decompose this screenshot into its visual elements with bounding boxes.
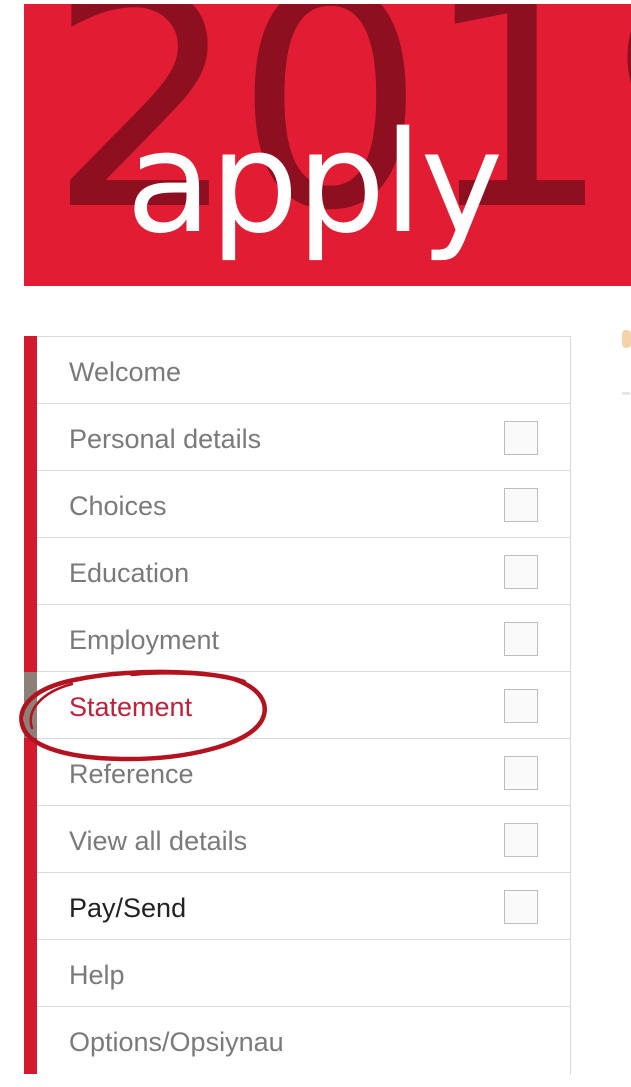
nav-item-label: Options/Opsiynau [69, 1027, 284, 1057]
nav-item-label: Employment [69, 625, 220, 655]
nav-item-help[interactable]: Help [37, 939, 571, 1006]
content-edge-fragment [622, 330, 631, 348]
content-edge-line [622, 392, 630, 395]
nav-item-options[interactable]: Options/Opsiynau [37, 1006, 571, 1074]
reference-status-checkbox [504, 756, 538, 790]
employment-status-checkbox [504, 622, 538, 656]
personal-details-status-checkbox [504, 421, 538, 455]
nav-item-employment[interactable]: Employment [37, 604, 571, 671]
statement-status-checkbox [504, 689, 538, 723]
nav-item-education[interactable]: Education [37, 537, 571, 604]
nav-item-label: Welcome [69, 357, 182, 387]
nav-item-label: Choices [69, 491, 167, 521]
nav-item-pay-send[interactable]: Pay/Send [37, 872, 571, 939]
apply-logo-word: apply [126, 102, 503, 265]
nav-item-personal-details[interactable]: Personal details [37, 403, 571, 470]
nav-item-welcome[interactable]: Welcome [37, 336, 571, 403]
nav-item-view-all-details[interactable]: View all details [37, 805, 571, 872]
apply-banner: 2019 apply [24, 4, 631, 286]
nav-item-label: View all details [69, 826, 248, 856]
choices-status-checkbox [504, 488, 538, 522]
nav-item-choices[interactable]: Choices [37, 470, 571, 537]
pay-send-status-checkbox [504, 890, 538, 924]
hand-drawn-circle-annotation [19, 669, 267, 762]
view-all-details-status-checkbox [504, 823, 538, 857]
nav-item-label: Education [69, 558, 190, 588]
nav-item-label: Help [69, 960, 125, 990]
nav-item-label: Pay/Send [69, 893, 187, 923]
education-status-checkbox [504, 555, 538, 589]
nav-item-label: Personal details [69, 424, 262, 454]
